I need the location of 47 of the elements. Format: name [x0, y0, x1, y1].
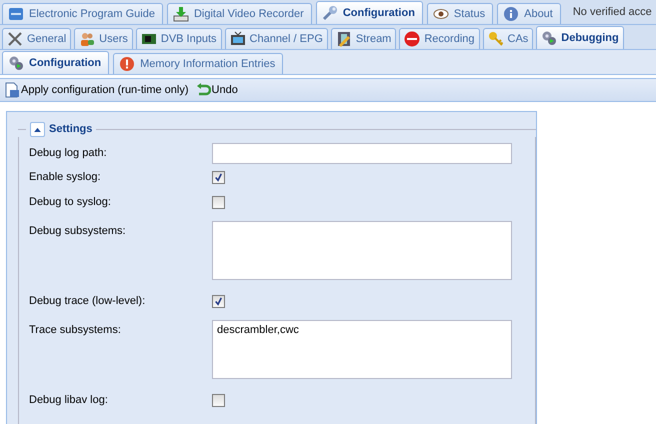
field-label: Debug trace (low-level): — [29, 295, 146, 307]
field-label: Debug to syslog: — [29, 196, 112, 208]
tab[interactable]: Configuration — [2, 51, 110, 74]
toolbar-button[interactable]: Apply configuration (run-time only) — [4, 82, 189, 98]
field-label: Debug subsystems: — [29, 224, 127, 237]
input-field[interactable] — [212, 143, 512, 164]
checkbox[interactable] — [212, 171, 225, 184]
tab[interactable]: Memory Information Entries — [113, 53, 284, 74]
download-icon — [172, 6, 189, 22]
status-text: No verified acce — [572, 6, 652, 18]
field-label: Debug log path: — [29, 146, 108, 159]
field-label: Trace subsystems: — [29, 323, 122, 336]
document-icon — [4, 82, 20, 98]
tab[interactable]: Configuration — [316, 1, 423, 24]
tab[interactable]: Channel / EPG — [224, 28, 328, 49]
tab[interactable]: Recording — [399, 28, 480, 49]
tab[interactable]: Debugging — [536, 26, 624, 49]
eye-icon — [432, 6, 449, 22]
tv-icon — [230, 31, 246, 47]
wrench-icon — [322, 5, 338, 21]
tab[interactable]: CAs — [482, 28, 534, 49]
tab[interactable]: General — [2, 28, 72, 49]
users-icon — [79, 31, 96, 47]
toolbar-button[interactable]: Undo — [194, 82, 238, 98]
field-label: Enable syslog: — [29, 171, 102, 183]
tab[interactable]: Status — [426, 3, 494, 24]
tab[interactable]: Digital Video Recorder — [166, 3, 312, 24]
checkbox[interactable] — [212, 295, 225, 308]
gears-icon — [8, 55, 24, 71]
field-label: Debug libav log: — [29, 394, 109, 406]
tab[interactable]: Users — [74, 28, 133, 49]
tab[interactable]: Stream — [330, 28, 396, 49]
circuit-board-icon — [140, 31, 157, 47]
checkbox[interactable] — [212, 394, 225, 407]
tab[interactable]: Electronic Program Guide — [2, 3, 163, 24]
text-area[interactable]: descrambler,cwc — [212, 320, 512, 379]
up-arrow-icon — [34, 126, 41, 132]
tab[interactable]: About — [497, 3, 561, 24]
collapse-toggle[interactable] — [30, 122, 45, 136]
info-icon — [503, 6, 520, 22]
alert-icon — [119, 56, 136, 72]
section-title: Settings — [49, 123, 92, 135]
tab[interactable]: DVB Inputs — [136, 28, 222, 49]
checkbox[interactable] — [212, 196, 225, 209]
key-icon — [488, 31, 504, 47]
undo-icon — [194, 82, 211, 98]
gears-icon — [541, 30, 558, 46]
